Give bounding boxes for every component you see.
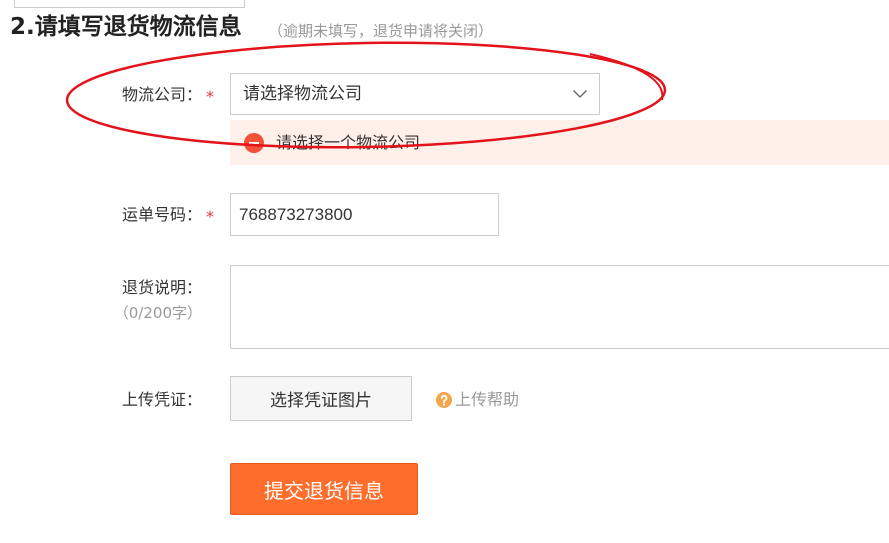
return-description-char-counter: （0/200字） <box>113 304 202 322</box>
return-description-textarea[interactable] <box>230 265 889 349</box>
annotation-ellipse-overlap-stroke <box>589 53 664 101</box>
tracking-number-required-mark: * <box>206 207 214 226</box>
logistics-company-error: 请选择一个物流公司 <box>230 120 889 165</box>
error-icon <box>244 133 264 153</box>
section-title: 2.请填写退货物流信息 <box>10 14 242 40</box>
proof-upload-label: 上传凭证： <box>121 390 202 409</box>
upload-help-link[interactable]: 上传帮助 <box>455 388 519 412</box>
logistics-company-error-text: 请选择一个物流公司 <box>276 133 421 152</box>
chevron-down-icon <box>573 90 587 98</box>
tracking-number-input[interactable] <box>230 193 499 236</box>
logistics-company-label: 物流公司： <box>121 85 202 104</box>
logistics-company-required-mark: * <box>206 87 214 106</box>
help-icon[interactable] <box>436 392 452 408</box>
return-description-label: 退货说明： <box>121 278 202 297</box>
tracking-number-label: 运单号码： <box>121 205 202 224</box>
logistics-company-selected-value: 请选择物流公司 <box>243 84 362 104</box>
section-note: （逾期未填写，退货申请将关闭） <box>268 22 494 40</box>
submit-return-info-button[interactable]: 提交退货信息 <box>230 463 418 515</box>
previous-section-box <box>14 0 245 8</box>
logistics-company-select[interactable]: 请选择物流公司 <box>230 73 600 115</box>
select-proof-image-button[interactable]: 选择凭证图片 <box>230 376 412 421</box>
